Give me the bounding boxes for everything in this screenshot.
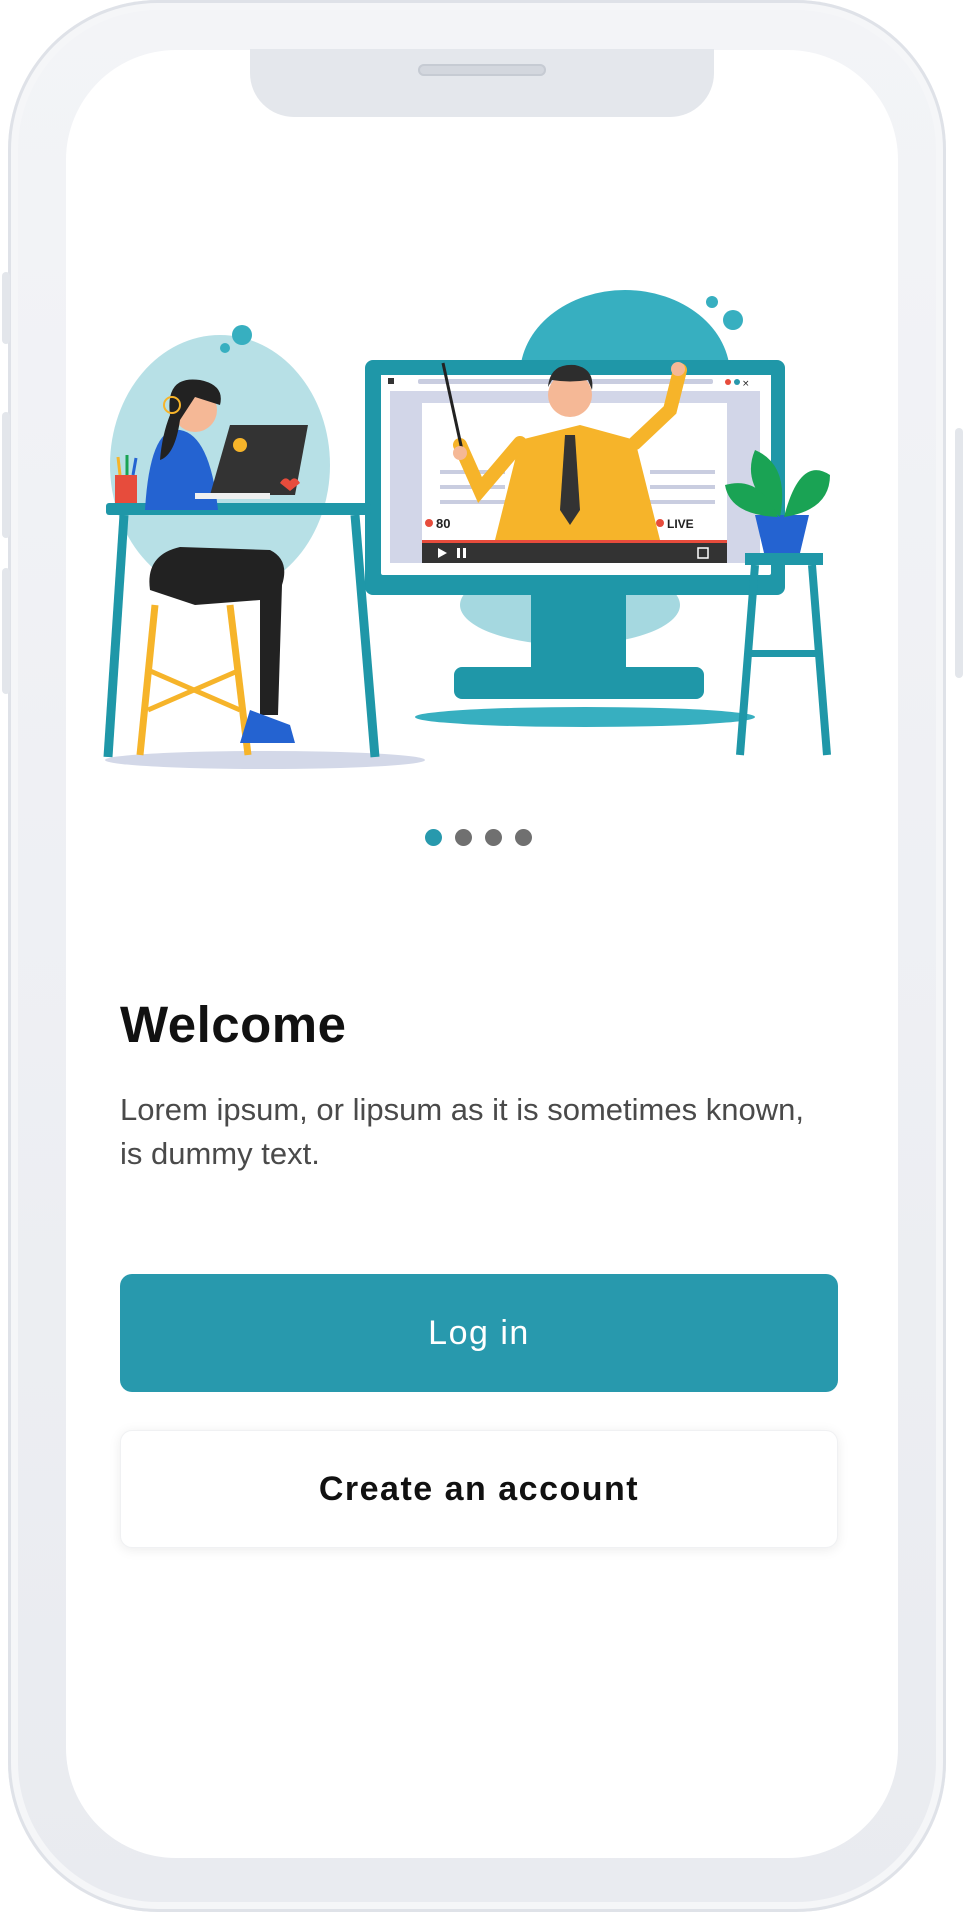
live-label: LIVE <box>667 517 694 531</box>
welcome-description: Lorem ipsum, or lipsum as it is sometime… <box>120 1092 804 1171</box>
login-button[interactable]: Log in <box>120 1274 838 1392</box>
phone-volume-up-button <box>2 412 10 538</box>
create-account-button[interactable]: Create an account <box>120 1430 838 1548</box>
phone-mute-switch <box>2 272 10 344</box>
onboarding-illustration: × 80 LIVE <box>103 290 831 769</box>
onboarding-pager <box>425 829 532 846</box>
viewer-count-label: 80 <box>436 516 450 531</box>
phone-power-button <box>955 428 963 678</box>
welcome-title: Welcome <box>120 996 347 1053</box>
pager-dot[interactable] <box>455 829 472 846</box>
phone-notch <box>250 49 714 117</box>
svg-text:×: × <box>742 379 750 389</box>
pager-dot[interactable] <box>485 829 502 846</box>
pager-dot[interactable] <box>515 829 532 846</box>
pager-dot-active[interactable] <box>425 829 442 846</box>
phone-volume-down-button <box>2 568 10 694</box>
phone-speaker <box>418 64 546 76</box>
